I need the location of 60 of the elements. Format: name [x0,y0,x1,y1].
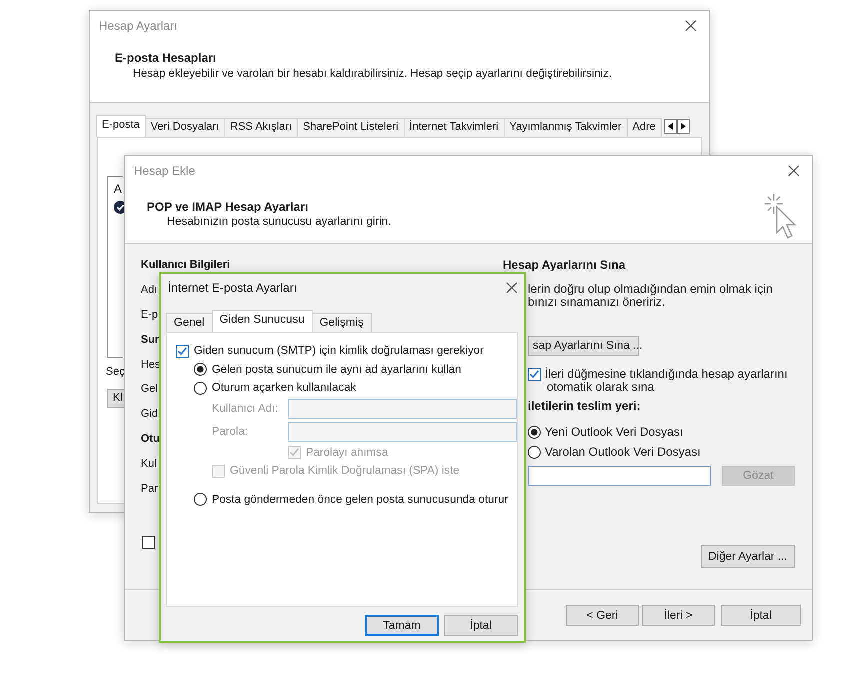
checkbox-label: Parolayı anımsa [306,446,388,459]
tab[interactable]: E-posta [96,115,146,137]
window-title: Hesap Ayarları [99,19,178,33]
group-heading: Kullanıcı Bilgileri [141,259,230,273]
dialog-button[interactable]: İptal [444,615,518,636]
account-list[interactable]: A [107,176,123,358]
help-text: lerin doğru olup olmadığından emin olmak için [528,283,773,296]
footer-button[interactable]: < Geri [566,605,639,626]
help-text: bınızı sınamanızı öneririz. [528,296,666,309]
radio-label: Yeni Outlook Veri Dosyası [545,426,684,439]
checkbox-label: Güvenli Parola Kimlik Doğrulaması (SPA) iste [230,465,460,478]
field-label: Gel [141,383,158,398]
tab[interactable]: Gelişmiş [312,313,372,332]
radio-label: Gelen posta sunucum ile aynı ad ayarlarını kullan [212,364,462,376]
radio-button[interactable] [194,493,207,506]
radio-button[interactable] [194,363,207,376]
field-label: Adı [141,284,158,298]
radio-button[interactable] [194,382,207,395]
scroll-left-icon[interactable] [664,119,677,134]
scroll-right-icon[interactable] [676,119,690,134]
more-settings-button[interactable]: Diğer Ayarlar ... [701,545,795,568]
column-header: A [114,182,123,196]
section-heading: POP ve IMAP Hesap Ayarları [147,200,310,214]
group-heading: Hesap Ayarlarını Sına [503,259,626,272]
field-label: Parola: [212,426,250,438]
checkbox[interactable] [142,536,155,549]
radio-button[interactable] [528,446,541,459]
radio-label: Oturum açarken kullanılacak [212,382,356,394]
dialog-title: İnternet E-posta Ayarları [168,281,298,295]
group-heading: Sur [141,334,160,348]
checkbox[interactable] [176,344,189,358]
footer-button[interactable]: İleri > [642,605,715,626]
checkbox[interactable] [528,368,541,381]
tab[interactable]: Adre [626,118,662,137]
footer-button[interactable]: İptal [721,605,801,626]
close-icon[interactable] [506,282,518,294]
field-label: Par [141,483,158,498]
group-heading: Otu [141,433,160,448]
close-icon[interactable] [685,20,697,32]
section-heading: E-posta Hesapları [115,51,218,65]
dialog-button[interactable]: Tamam [365,615,439,636]
field-label: Kul [141,458,157,472]
action-button[interactable]: Kl [107,389,125,408]
field-label: E-p [141,308,158,323]
tab[interactable]: Giden Sunucusu [212,310,313,332]
section-description: Hesap ekleyebilir ve varolan bir hesabı kaldırabilirsiniz. Hesap seçip ayarlarını değiştirebilirsiniz. [132,68,614,80]
file-path-field[interactable] [528,466,711,486]
checkbox-label: İleri düğmesine tıklandığında hesap ayarlarını otomatik olarak sına [545,368,788,394]
field-label: Gid [141,408,158,422]
radio-label: Varolan Outlook Veri Dosyası [545,446,701,459]
tab[interactable]: Genel [166,313,213,332]
section-description: Hesabınızın posta sunucusu ayarlarını girin. [166,216,392,228]
field-label: Kullanıcı Adı: [212,403,280,415]
close-icon[interactable] [788,165,800,177]
radio-button[interactable] [528,426,541,439]
group-heading: iletilerin teslim yeri: [528,400,641,413]
field-label: Seç [106,366,125,378]
checkbox-label: Giden sunucum (SMTP) için kimlik doğrulaması gerekiyor [194,345,484,358]
window-title: Hesap Ekle [134,164,196,178]
radio-label: Posta göndermeden önce gelen posta sunucusunda oturur [212,494,508,506]
